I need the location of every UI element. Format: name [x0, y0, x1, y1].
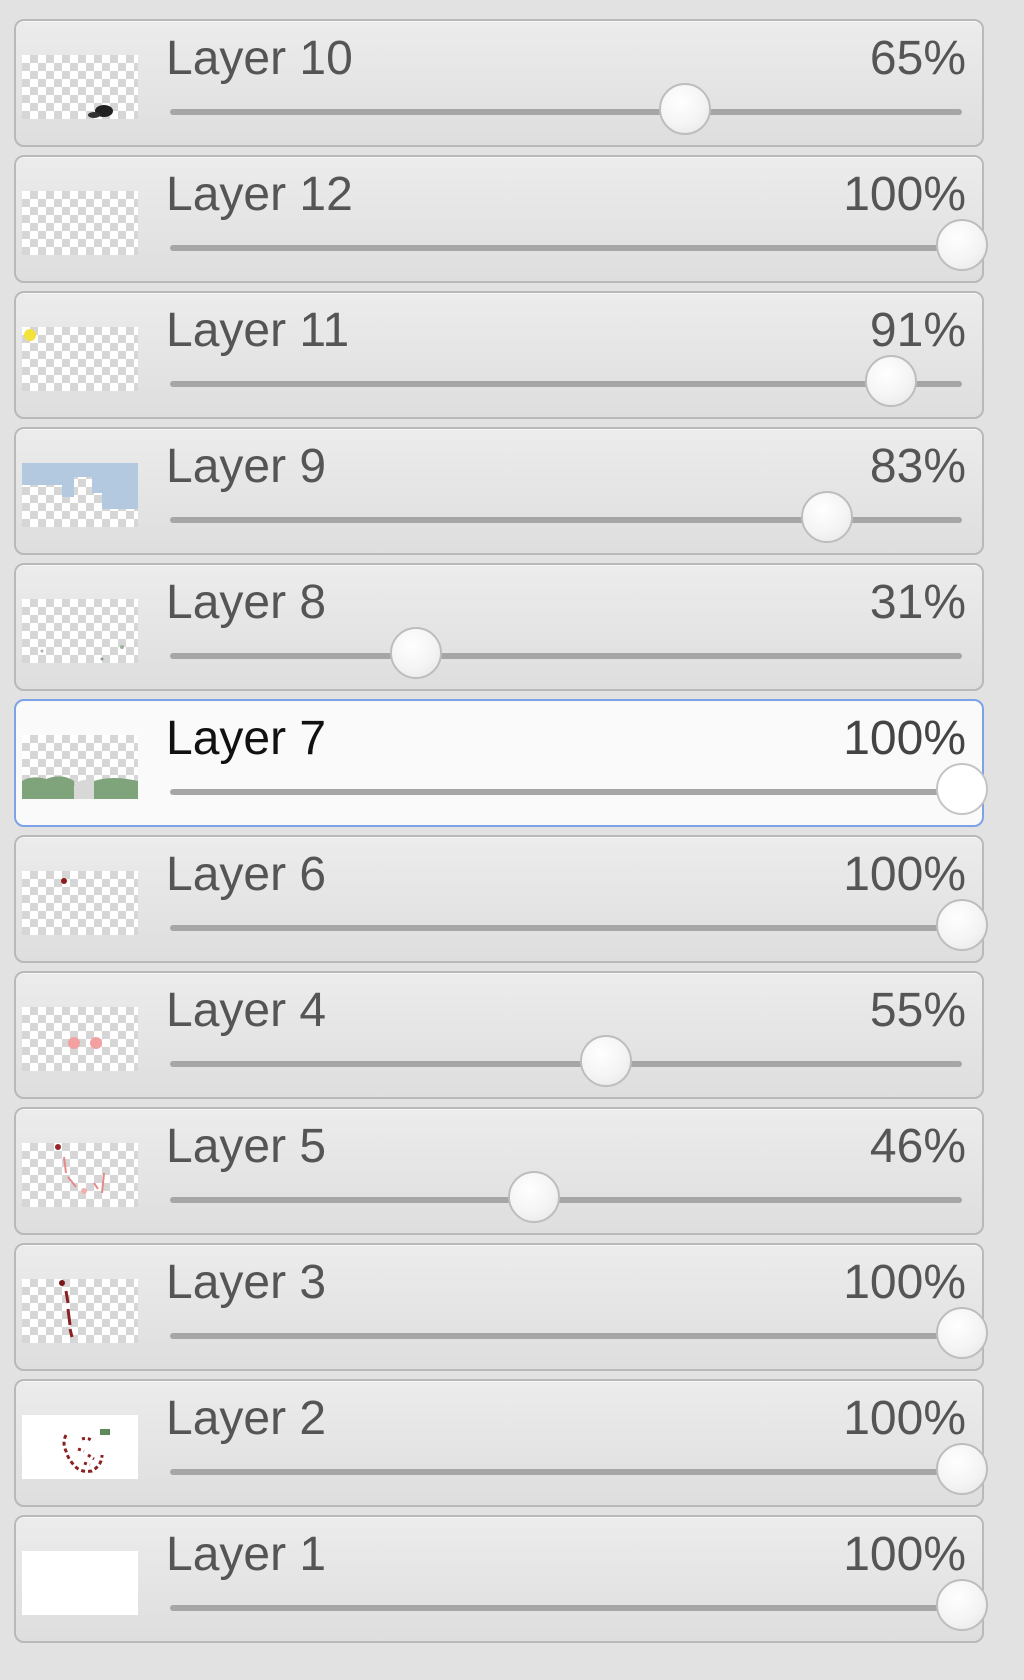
- opacity-slider[interactable]: [170, 1443, 988, 1495]
- opacity-slider-handle[interactable]: [864, 355, 917, 407]
- layer-thumbnail: [22, 599, 138, 663]
- layer-thumbnail: [22, 1143, 138, 1207]
- layer-thumbnail: [22, 463, 138, 527]
- opacity-slider-handle[interactable]: [936, 219, 988, 271]
- layer-name: Layer 4: [166, 984, 327, 1037]
- opacity-slider-handle[interactable]: [801, 491, 854, 543]
- layer-opacity-value: 100%: [843, 1528, 966, 1581]
- layer-thumbnail: [22, 1551, 138, 1615]
- layer-row-4[interactable]: Layer 9 83%: [14, 427, 984, 555]
- layer-name: Layer 2: [166, 1392, 327, 1445]
- opacity-slider[interactable]: [170, 219, 988, 271]
- layer-opacity-value: 83%: [869, 440, 966, 493]
- opacity-slider-handle[interactable]: [936, 1307, 988, 1359]
- layer-thumbnail: [22, 55, 138, 119]
- opacity-slider-handle[interactable]: [936, 1443, 988, 1495]
- opacity-slider[interactable]: [170, 1307, 988, 1359]
- layer-thumbnail: [22, 191, 138, 255]
- layer-opacity-value: 100%: [843, 712, 966, 765]
- layer-row-12[interactable]: Layer 1 100%: [14, 1515, 988, 1643]
- opacity-slider[interactable]: [170, 1171, 962, 1223]
- layer-opacity-value: 91%: [869, 304, 966, 357]
- layer-row-11[interactable]: Layer 2 100%: [14, 1379, 988, 1507]
- layer-name: Layer 1: [166, 1528, 327, 1581]
- layer-name: Layer 12: [166, 168, 353, 221]
- layer-row-7[interactable]: Layer 6 100%: [14, 835, 988, 963]
- layer-opacity-value: 31%: [869, 576, 966, 629]
- layer-row-9[interactable]: Layer 5 46%: [14, 1107, 984, 1235]
- opacity-slider[interactable]: [170, 83, 962, 135]
- layer-row-8[interactable]: Layer 4 55%: [14, 971, 984, 1099]
- layer-opacity-value: 46%: [869, 1120, 966, 1173]
- opacity-slider[interactable]: [170, 627, 962, 679]
- layer-row-3[interactable]: Layer 11 91%: [14, 291, 984, 419]
- layer-thumbnail: [22, 327, 138, 391]
- opacity-slider[interactable]: [170, 763, 988, 815]
- opacity-slider[interactable]: [170, 899, 988, 951]
- opacity-slider-handle[interactable]: [936, 1579, 988, 1631]
- opacity-slider-handle[interactable]: [658, 83, 711, 135]
- opacity-slider[interactable]: [170, 491, 962, 543]
- layer-thumbnail: [22, 871, 138, 935]
- layer-name: Layer 6: [166, 848, 327, 901]
- layer-thumbnail: [22, 1415, 138, 1479]
- layer-row-2[interactable]: Layer 12 100%: [14, 155, 988, 283]
- layer-opacity-value: 100%: [843, 168, 966, 221]
- opacity-slider-handle[interactable]: [936, 899, 988, 951]
- layer-thumbnail: [22, 735, 138, 799]
- opacity-slider-handle[interactable]: [508, 1171, 561, 1223]
- opacity-slider-handle[interactable]: [389, 627, 442, 679]
- layer-row-6[interactable]: Layer 7 100%: [14, 699, 988, 827]
- layer-thumbnail: [22, 1007, 138, 1071]
- layer-row-5[interactable]: Layer 8 31%: [14, 563, 984, 691]
- opacity-slider[interactable]: [170, 1579, 988, 1631]
- layer-name: Layer 5: [166, 1120, 327, 1173]
- opacity-slider-handle[interactable]: [936, 763, 988, 815]
- layer-name: Layer 10: [166, 32, 353, 85]
- opacity-slider[interactable]: [170, 355, 962, 407]
- layer-opacity-value: 100%: [843, 848, 966, 901]
- layer-opacity-value: 100%: [843, 1256, 966, 1309]
- opacity-slider-handle[interactable]: [579, 1035, 632, 1087]
- layer-name: Layer 8: [166, 576, 327, 629]
- layer-opacity-value: 55%: [869, 984, 966, 1037]
- layer-name: Layer 11: [166, 304, 350, 357]
- layers-panel: Layer 10 65% Layer 12 100% Layer 11 91% …: [14, 19, 988, 1651]
- layer-name: Layer 3: [166, 1256, 327, 1309]
- layer-row-10[interactable]: Layer 3 100%: [14, 1243, 988, 1371]
- layer-row-1[interactable]: Layer 10 65%: [14, 19, 984, 147]
- layer-name: Layer 9: [166, 440, 327, 493]
- layer-opacity-value: 65%: [869, 32, 966, 85]
- layer-opacity-value: 100%: [843, 1392, 966, 1445]
- opacity-slider[interactable]: [170, 1035, 962, 1087]
- layer-thumbnail: [22, 1279, 138, 1343]
- layer-name: Layer 7: [166, 712, 327, 765]
